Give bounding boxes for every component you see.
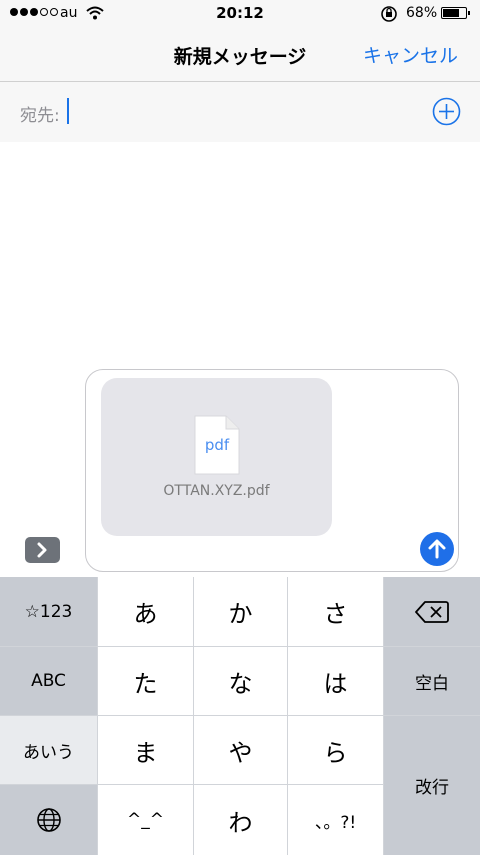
kana-key[interactable]: た bbox=[98, 647, 193, 715]
pdf-icon-label: pdf bbox=[204, 436, 230, 454]
space-key[interactable]: 空白 bbox=[384, 647, 480, 715]
numbers-key[interactable]: ☆123 bbox=[0, 577, 97, 646]
return-key[interactable]: 改行 bbox=[384, 716, 480, 855]
globe-icon bbox=[36, 808, 61, 832]
kana-key[interactable]: な bbox=[194, 647, 287, 715]
cancel-button[interactable]: キャンセル bbox=[363, 41, 458, 68]
kana-mode-key[interactable]: あいう bbox=[0, 716, 97, 784]
status-bar: au 20:12 68% bbox=[0, 0, 480, 28]
chevron-right-icon bbox=[37, 542, 47, 558]
send-button[interactable] bbox=[420, 532, 454, 566]
kana-key[interactable]: さ bbox=[288, 577, 383, 646]
kana-key[interactable]: は bbox=[288, 647, 383, 715]
kana-key[interactable]: あ bbox=[98, 577, 193, 646]
expand-apps-button[interactable] bbox=[25, 537, 60, 563]
battery-percent: 68% bbox=[406, 5, 438, 21]
attachment-filename: OTTAN.XYZ.pdf bbox=[163, 483, 270, 499]
rotation-lock-icon bbox=[380, 5, 398, 27]
kana-key[interactable]: ら bbox=[288, 716, 383, 784]
kana-key[interactable]: ま bbox=[98, 716, 193, 784]
recipient-label: 宛先: bbox=[20, 106, 60, 126]
plus-circle-icon bbox=[432, 97, 461, 126]
arrow-up-icon bbox=[428, 539, 446, 559]
kana-key[interactable]: や bbox=[194, 716, 287, 784]
battery-icon bbox=[441, 7, 470, 19]
delete-key[interactable] bbox=[384, 577, 480, 646]
recipient-bar: 宛先: bbox=[0, 82, 480, 142]
navigation-bar: 新規メッセージ キャンセル bbox=[0, 28, 480, 82]
emoticon-key[interactable]: ^_^ bbox=[98, 785, 193, 855]
pdf-attachment[interactable]: pdf OTTAN.XYZ.pdf bbox=[101, 378, 332, 536]
abc-key[interactable]: ABC bbox=[0, 647, 97, 715]
backspace-icon bbox=[415, 600, 449, 623]
add-contact-button[interactable] bbox=[432, 97, 461, 130]
kana-key[interactable]: わ bbox=[194, 785, 287, 855]
globe-key[interactable] bbox=[0, 785, 97, 855]
kana-key[interactable]: か bbox=[194, 577, 287, 646]
recipient-input[interactable] bbox=[67, 98, 69, 124]
punctuation-key[interactable]: 、。?! bbox=[288, 785, 383, 855]
